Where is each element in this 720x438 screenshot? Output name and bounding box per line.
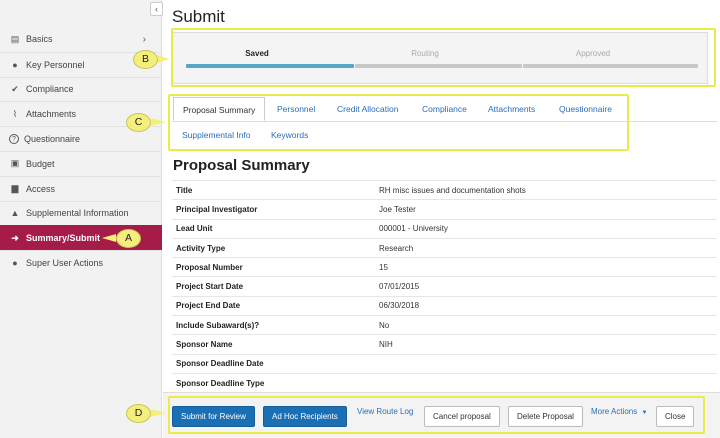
chevron-right-icon: › xyxy=(142,33,146,45)
chevron-left-icon: ‹ xyxy=(155,4,158,14)
question-icon: ? xyxy=(9,134,19,145)
sidebar-item-access[interactable]: ▆ Access xyxy=(0,175,162,201)
row-label: Lead Unit xyxy=(172,218,379,239)
sidebar-item-label: Compliance xyxy=(26,84,74,95)
row-value: 15 xyxy=(379,257,717,277)
person-icon: ● xyxy=(12,59,18,70)
callout-a-marker: A xyxy=(116,229,141,248)
callout-d-marker: D xyxy=(126,404,151,423)
row-value xyxy=(379,372,717,393)
row-label: Project End Date xyxy=(172,295,379,316)
sidebar-item-super-user-actions[interactable]: ● Super User Actions xyxy=(0,250,162,275)
callout-c-marker: C xyxy=(126,113,151,132)
table-row: Project Start Date 07/01/2015 xyxy=(172,276,717,297)
row-value: 07/01/2015 xyxy=(379,276,717,297)
row-value: Joe Tester xyxy=(379,199,717,220)
callout-a-pointer xyxy=(102,234,116,242)
callout-b-pointer xyxy=(158,55,169,63)
paperclip-icon: ⌇ xyxy=(12,108,18,119)
row-value: RH misc issues and documentation shots xyxy=(379,179,717,200)
callout-b-marker: B xyxy=(133,50,158,69)
table-row: Project End Date 06/30/2018 xyxy=(172,295,717,316)
sidebar-item-budget[interactable]: ▣ Budget xyxy=(0,150,162,176)
row-label: Proposal Number xyxy=(172,257,379,277)
sidebar-item-label: Access xyxy=(26,183,56,194)
page-title: Submit xyxy=(172,7,225,26)
row-label: Sponsor Deadline Date xyxy=(172,353,379,374)
money-icon: ▣ xyxy=(10,158,20,169)
collapse-sidebar-button[interactable]: ‹ xyxy=(150,2,163,16)
sidebar-item-label: Basics xyxy=(26,34,53,45)
table-row: Lead Unit 000001 - University xyxy=(172,218,717,239)
sidebar-item-label: Attachments xyxy=(26,109,77,120)
sidebar-item-compliance[interactable]: ✔ Compliance xyxy=(0,76,162,102)
table-row: Sponsor Deadline Type xyxy=(172,372,717,393)
callout-d-highlight xyxy=(168,396,705,434)
row-value: 06/30/2018 xyxy=(379,295,717,316)
lock-icon: ▆ xyxy=(11,183,19,194)
submit-icon: ➜ xyxy=(11,232,19,243)
row-value: 000001 - University xyxy=(379,218,717,239)
sidebar-item-label: Questionnaire xyxy=(24,134,81,145)
callout-c-highlight xyxy=(168,94,629,151)
row-value: No xyxy=(379,315,717,335)
row-value: Research xyxy=(379,237,717,258)
sidebar-item-label: Budget xyxy=(26,158,55,169)
table-row: Proposal Number 15 xyxy=(172,257,717,277)
row-label: Sponsor Deadline Type xyxy=(172,372,379,393)
row-label: Include Subaward(s)? xyxy=(172,315,379,335)
row-label: Activity Type xyxy=(172,237,379,258)
sidebar-item-label: Super User Actions xyxy=(26,258,104,269)
row-label: Project Start Date xyxy=(172,276,379,297)
checkmark-icon: ✔ xyxy=(11,83,19,94)
super-user-icon: ● xyxy=(12,258,18,269)
document-icon: ▤ xyxy=(10,33,20,44)
row-label: Title xyxy=(172,179,379,200)
table-row: Title RH misc issues and documentation sh… xyxy=(172,179,717,200)
summary-table: Title RH misc issues and documentation sh… xyxy=(172,179,717,393)
bell-icon: ▲ xyxy=(10,208,20,219)
section-title: Proposal Summary xyxy=(173,157,310,174)
sidebar-item-supplemental-information[interactable]: ▲ Supplemental Information xyxy=(0,200,162,226)
callout-c-pointer xyxy=(151,118,166,126)
sidebar-item-basics[interactable]: ▤ Basics › xyxy=(0,27,162,52)
table-row: Principal Investigator Joe Tester xyxy=(172,199,717,220)
row-label: Principal Investigator xyxy=(172,199,379,220)
table-row: Include Subaward(s)? No xyxy=(172,315,717,335)
sidebar-item-label: Supplemental Information xyxy=(26,208,129,219)
sidebar-item-label: Summary/Submit xyxy=(26,233,101,244)
row-value: NIH xyxy=(379,334,717,355)
row-value xyxy=(379,353,717,374)
table-row: Sponsor Deadline Date xyxy=(172,353,717,374)
callout-d-pointer xyxy=(151,409,166,417)
sidebar-item-label: Key Personnel xyxy=(26,59,85,70)
row-label: Sponsor Name xyxy=(172,334,379,355)
table-row: Sponsor Name NIH xyxy=(172,334,717,355)
callout-b-highlight xyxy=(171,28,716,87)
table-row: Activity Type Research xyxy=(172,237,717,258)
